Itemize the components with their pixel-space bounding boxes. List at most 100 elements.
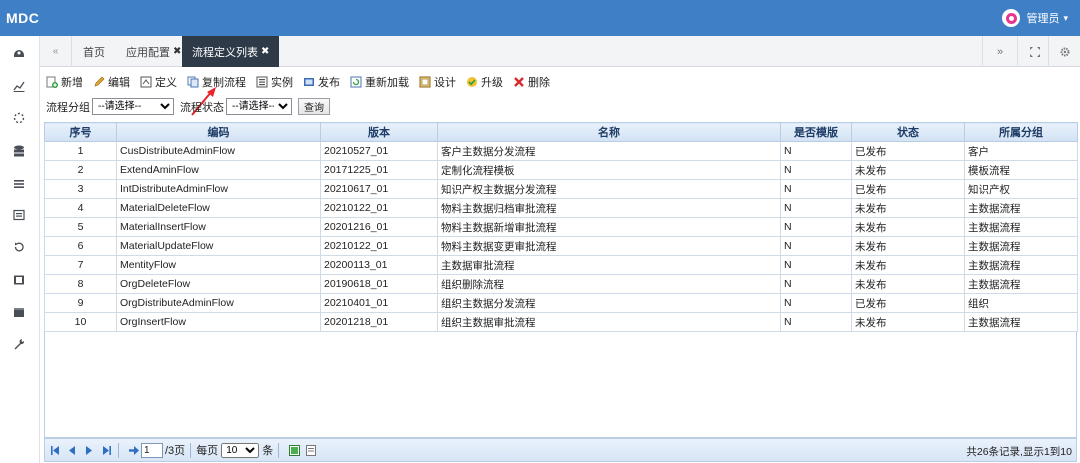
column-header-name[interactable]: 名称 — [437, 122, 781, 142]
cell-is-template: N — [780, 217, 852, 237]
upgrade-button[interactable]: 升级 — [466, 74, 503, 90]
chart-icon[interactable] — [12, 79, 26, 93]
cell-name: 物料主数据新增审批流程 — [437, 217, 781, 237]
table-row[interactable]: 2 ExtendAminFlow 20171225_01 定制化流程模板 N 未发布 模板流… — [44, 160, 1078, 180]
previous-page-button[interactable] — [65, 443, 79, 457]
database-icon[interactable] — [12, 144, 26, 158]
cell-name: 物料主数据归档审批流程 — [437, 198, 781, 218]
table-row[interactable]: 7 MentityFlow 20200113_01 主数据审批流程 N 未发布 主数据流程 — [44, 255, 1078, 275]
pagination-bar: 1 /3页 每页 10 条 共26条记录,显示1到10 — [44, 438, 1077, 462]
close-icon[interactable]: ✖ — [173, 46, 181, 57]
column-header-index[interactable]: 序号 — [44, 122, 117, 142]
cell-index: 1 — [44, 141, 117, 161]
delete-button-label: 删除 — [528, 77, 550, 89]
action-toolbar: 新增 编辑 定义 复制流程 实例 发布 重新加载 设计 升级 删除 — [46, 72, 560, 92]
excel-icon — [288, 444, 300, 456]
archive-icon[interactable] — [12, 305, 26, 319]
last-page-button[interactable] — [99, 443, 113, 457]
cell-version: 20171225_01 — [320, 160, 438, 180]
cell-name: 组织删除流程 — [437, 274, 781, 294]
record-summary: 共26条记录,显示1到10 — [966, 446, 1072, 458]
cell-status: 已发布 — [851, 293, 965, 313]
cell-status: 未发布 — [851, 274, 965, 294]
cell-code: MaterialInsertFlow — [116, 217, 321, 237]
user-menu[interactable]: 管理员 ▾ — [1002, 9, 1080, 27]
loader-icon[interactable] — [12, 111, 26, 125]
tab-process-definition-list[interactable]: 流程定义列表 ✖ — [182, 36, 280, 67]
process-status-label: 流程状态 — [180, 101, 224, 114]
define-button-label: 定义 — [155, 77, 177, 89]
top-header: MDC 管理员 ▾ — [0, 0, 1080, 36]
define-button[interactable]: 定义 — [140, 74, 177, 90]
add-button[interactable]: 新增 — [46, 74, 83, 90]
instance-icon — [256, 76, 268, 88]
reload-button[interactable]: 重新加载 — [350, 74, 409, 90]
table-row[interactable]: 10 OrgInsertFlow 20201218_01 组织主数据审批流程 N 未发布主… — [44, 312, 1078, 332]
cell-code: CusDistributeAdminFlow — [116, 141, 321, 161]
close-icon[interactable]: ✖ — [261, 46, 269, 57]
table-row[interactable]: 5 MaterialInsertFlow 20201216_01 物料主数据新增审批流… — [44, 217, 1078, 237]
cell-version: 20210122_01 — [320, 236, 438, 256]
list-icon[interactable] — [12, 208, 26, 222]
cell-name: 物料主数据变更审批流程 — [437, 236, 781, 256]
process-definition-table: 序号 编码 版本 名称 是否模版 状态 所属分组 1 CusDistributeA… — [44, 122, 1078, 332]
go-page-button[interactable] — [127, 443, 141, 457]
table-row[interactable]: 1 CusDistributeAdminFlow 20210527_01 客户主数据分… — [44, 141, 1078, 161]
dashboard-icon[interactable] — [12, 45, 26, 59]
tab-label: 首页 — [83, 46, 105, 59]
column-header-code[interactable]: 编码 — [116, 122, 321, 142]
edit-button[interactable]: 编辑 — [93, 74, 130, 90]
design-icon — [419, 76, 431, 88]
delete-button[interactable]: 删除 — [513, 74, 550, 90]
document-icon — [306, 444, 317, 456]
process-group-label: 流程分组 — [46, 101, 90, 114]
per-page-select[interactable]: 10 — [221, 442, 260, 458]
menu-icon[interactable] — [12, 177, 26, 191]
settings-button[interactable] — [1048, 36, 1080, 67]
cell-index: 8 — [44, 274, 117, 294]
column-header-version[interactable]: 版本 — [320, 122, 438, 142]
brand-logo: MDC — [6, 10, 40, 26]
cell-index: 10 — [44, 312, 117, 332]
table-row[interactable]: 9 OrgDistributeAdminFlow 20210401_01 组织主数据分… — [44, 293, 1078, 313]
cell-is-template: N — [780, 198, 852, 218]
page-number-input[interactable]: 1 — [141, 442, 163, 458]
process-group-select[interactable]: --请选择-- — [92, 98, 174, 115]
edit-icon — [93, 76, 105, 88]
query-button[interactable]: 查询 — [298, 98, 330, 115]
per-page-unit: 条 — [262, 445, 274, 457]
last-page-icon — [102, 445, 111, 455]
tab-home[interactable]: 首页 — [73, 36, 115, 67]
film-icon[interactable] — [12, 273, 26, 287]
history-icon[interactable] — [12, 240, 26, 254]
upgrade-button-label: 升级 — [481, 77, 503, 89]
table-row[interactable]: 3 IntDistributeAdminFlow 20210617_01 知识产权主数… — [44, 179, 1078, 199]
tab-app-config[interactable]: 应用配置 ✖ — [116, 36, 191, 67]
fullscreen-icon — [1030, 46, 1040, 57]
column-header-is-template[interactable]: 是否模版 — [780, 122, 852, 142]
column-header-group[interactable]: 所属分组 — [964, 122, 1078, 142]
tab-scroll-left-button[interactable]: « — [40, 36, 72, 67]
table-row[interactable]: 6 MaterialUpdateFlow 20210122_01 物料主数据变更审批流… — [44, 236, 1078, 256]
table-row[interactable]: 8 OrgDeleteFlow 20190618_01 组织删除流程 N 未发布 主数据流程 — [44, 274, 1078, 294]
export-excel-button[interactable] — [287, 443, 301, 457]
instance-button[interactable]: 实例 — [256, 74, 293, 90]
column-header-status[interactable]: 状态 — [851, 122, 965, 142]
first-page-button[interactable] — [48, 443, 62, 457]
tab-scroll-right-button[interactable]: » — [982, 36, 1017, 67]
edit-button-label: 编辑 — [108, 77, 130, 89]
cell-group: 主数据流程 — [964, 312, 1078, 332]
publish-button[interactable]: 发布 — [303, 74, 340, 90]
table-row[interactable]: 4 MaterialDeleteFlow 20210122_01 物料主数据归档审批流… — [44, 198, 1078, 218]
fullscreen-button[interactable] — [1017, 36, 1052, 67]
cell-name: 知识产权主数据分发流程 — [437, 179, 781, 199]
next-page-button[interactable] — [82, 443, 96, 457]
design-button[interactable]: 设计 — [419, 74, 456, 90]
per-page-label: 每页 — [196, 445, 219, 457]
wrench-icon[interactable] — [12, 337, 26, 351]
export-document-button[interactable] — [304, 443, 318, 457]
cell-code: MentityFlow — [116, 255, 321, 275]
cell-group: 模板流程 — [964, 160, 1078, 180]
process-status-select[interactable]: --请选择-- — [226, 98, 292, 115]
cell-version: 20210617_01 — [320, 179, 438, 199]
